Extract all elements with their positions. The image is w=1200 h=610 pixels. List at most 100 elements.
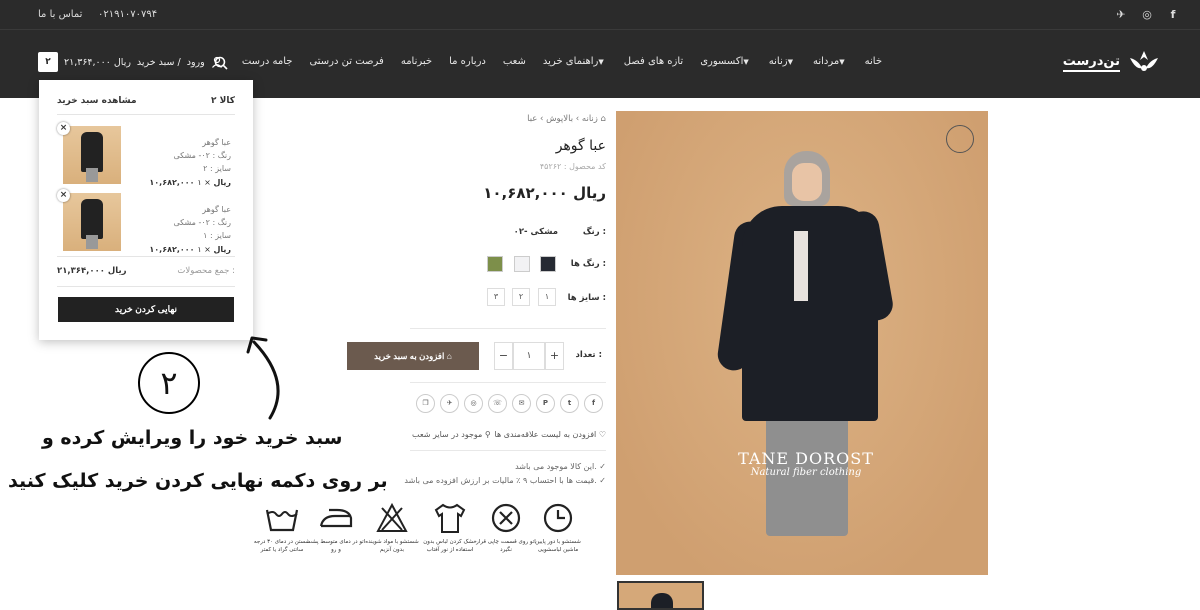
quantity-input[interactable]: ۱: [513, 342, 545, 370]
care-caption: اتو در دمای متوسط پشت و رو: [306, 539, 366, 553]
wishlist-link[interactable]: افزودن به لیست علاقه‌مندی ها ♡: [495, 430, 607, 439]
instagram-share-icon[interactable]: ◎: [464, 394, 483, 413]
tax-note-text: قیمت ها با احتساب ۹ ٪ مالیات بر ارزش افز…: [404, 476, 597, 485]
chevron-down-icon: ▼: [743, 58, 749, 66]
mini-cart-item-image[interactable]: [63, 126, 121, 184]
main-nav: خانه مردانه▼ زنانه▼ اکسسوری▼ تازه های فص…: [242, 56, 882, 67]
location-pin-icon: ⚲: [484, 430, 491, 439]
cart-total-label[interactable]: ۲۱,۳۶۴,۰۰۰ ریال: [64, 57, 131, 68]
total-label: جمع محصولات :: [177, 266, 235, 276]
add-to-cart-button[interactable]: افزودن به سبد خرید ⌂: [347, 342, 479, 370]
image-model-face: [792, 163, 822, 201]
home-icon[interactable]: ⌂: [601, 114, 606, 124]
item-name[interactable]: عبا گوهر: [173, 203, 231, 216]
mini-cart-item-info: عبا گوهر رنگ : ۰۲- مشکی سایز : ۱: [173, 203, 231, 242]
nav-item-new-season[interactable]: تازه های فصل: [624, 56, 683, 67]
telegram-share-icon[interactable]: ✈: [440, 394, 459, 413]
pinterest-share-icon[interactable]: P: [536, 394, 555, 413]
email-share-icon[interactable]: ✉: [512, 394, 531, 413]
nav-item-branches[interactable]: شعب: [503, 56, 526, 67]
contact-link[interactable]: تماس با ما: [38, 9, 82, 20]
view-cart-link[interactable]: مشاهده سبد خرید: [57, 96, 137, 106]
image-brand-text: TANE DOROST: [738, 449, 874, 468]
care-item-no-bleach: شستشو با مواد شوینده بدون آنزیم: [362, 502, 422, 554]
quantity-increase-button[interactable]: +: [545, 342, 564, 370]
quantity-stepper[interactable]: − ۱ +: [494, 342, 564, 370]
sizes-label: سایز ها :: [567, 293, 606, 303]
nav-item-jameh[interactable]: جامه درست: [242, 56, 293, 67]
nav-item-newsletter[interactable]: خبرنامه: [401, 56, 432, 67]
annotation-line-2: بر روی دکمه نهایی کردن خرید کلیک کنید: [8, 470, 388, 492]
thumb-pants: [86, 168, 98, 182]
divider: [57, 286, 235, 287]
telegram-icon[interactable]: ✈: [1114, 8, 1128, 22]
nav-item-home[interactable]: خانه: [865, 56, 882, 67]
care-caption: اتو روی قسمت چاپی قرار نگیرد: [476, 539, 536, 553]
colors-label: رنگ ها :: [570, 259, 606, 269]
breadcrumb: زنانه › بالاپوش › عبا ⌂: [527, 114, 606, 124]
copy-link-icon[interactable]: ❐: [416, 394, 435, 413]
item-name[interactable]: عبا گوهر: [173, 136, 231, 149]
site-logo[interactable]: تن‌درست: [1062, 48, 1162, 78]
iron-icon: [319, 508, 353, 528]
facebook-share-icon[interactable]: f: [584, 394, 603, 413]
stores-link[interactable]: موجود در سایر شعب ⚲: [412, 430, 491, 439]
size-option-2[interactable]: ۲: [512, 288, 530, 306]
mini-cart-item: × عبا گوهر رنگ : ۰۲- مشکی سایز : ۲ ۱۰,۶۸…: [57, 122, 235, 187]
care-item-no-iron-print: اتو روی قسمت چاپی قرار نگیرد: [476, 502, 536, 554]
care-caption: شستشو با دور پایین ماشین لباسشویی: [535, 539, 581, 553]
remove-item-icon[interactable]: ×: [57, 122, 70, 135]
instagram-icon[interactable]: ◎: [1140, 8, 1154, 22]
checkout-button[interactable]: نهایی کردن خرید: [58, 297, 234, 322]
top-bar: ✈ ◎ f ۰۲۱۹۱۰۷۰۷۹۴ تماس با ما: [0, 0, 1200, 30]
whatsapp-share-icon[interactable]: ☏: [488, 394, 507, 413]
login-link[interactable]: ورود: [187, 57, 205, 68]
size-option-3[interactable]: ۳: [487, 288, 505, 306]
color-swatch-olive[interactable]: [487, 256, 503, 272]
item-size: سایز : ۱: [203, 231, 231, 240]
size-option-1[interactable]: ۱: [538, 288, 556, 306]
product-main-image[interactable]: TANE DOROST Natural fiber clothing: [616, 111, 988, 575]
chevron-down-icon: ▼: [787, 58, 793, 66]
care-caption: شستن در دمای ۳۰ درجه سانتی گراد یا کمتر: [253, 539, 311, 553]
thumb-coat: [81, 132, 103, 172]
logo-emblem-icon: [1130, 51, 1158, 71]
product-price: ۱۰,۶۸۲,۰۰۰ ریال: [483, 184, 606, 202]
stock-note: این کالا موجود می باشد. ✓: [515, 462, 606, 471]
nav-item-guide[interactable]: راهنمای خرید▼: [543, 56, 607, 67]
divider: [410, 450, 606, 451]
step-number-badge: ۲: [138, 352, 200, 414]
facebook-icon[interactable]: f: [1166, 8, 1180, 22]
header-cart[interactable]: ۲ ۲۱,۳۶۴,۰۰۰ ریال سبد خرید / ورود: [38, 52, 223, 72]
mini-cart-item-image[interactable]: [63, 193, 121, 251]
item-price: ۱۰,۶۸۲,۰۰۰ ریال: [149, 178, 231, 187]
breadcrumb-text[interactable]: زنانه › بالاپوش › عبا: [527, 114, 598, 124]
annotation-arrow-icon: [246, 336, 280, 420]
color-swatch-black[interactable]: [540, 256, 556, 272]
chevron-down-icon: ▼: [839, 58, 845, 66]
shirt-dry-icon: [434, 503, 466, 533]
care-item-dry-shade: خشک کردن لباس بدون استفاده از نور آفتاب: [420, 502, 480, 554]
twitter-share-icon[interactable]: t: [560, 394, 579, 413]
remove-item-icon[interactable]: ×: [57, 189, 70, 202]
nav-item-women[interactable]: زنانه▼: [769, 56, 796, 67]
cart-item-count: ۲ کالا: [211, 96, 235, 106]
add-to-cart-label: افزودن به سبد خرید: [374, 351, 445, 361]
wishlist-label: افزودن به لیست علاقه‌مندی ها: [494, 430, 597, 439]
times-icon: ×: [201, 178, 211, 187]
nav-item-accessories[interactable]: اکسسوری▼: [700, 56, 752, 67]
nav-item-guide-label: راهنمای خرید: [542, 56, 599, 67]
product-thumbnail[interactable]: [617, 581, 704, 610]
stock-note-text: این کالا موجود می باشد.: [515, 462, 597, 471]
annotation-line-1: سبد خرید خود را ویرایش کرده و: [42, 427, 343, 449]
nav-item-about[interactable]: درباره ما: [449, 56, 486, 67]
nav-item-opportunity[interactable]: فرصت تن درستی: [309, 56, 383, 67]
care-item-low-spin: شستشو با دور پایین ماشین لباسشویی: [528, 502, 588, 554]
quantity-decrease-button[interactable]: −: [494, 342, 513, 370]
color-swatch-white[interactable]: [514, 256, 530, 272]
cart-label[interactable]: سبد خرید /: [137, 57, 181, 68]
cart-count-badge[interactable]: ۲: [38, 52, 58, 72]
stores-label: موجود در سایر شعب: [412, 430, 483, 439]
nav-item-men[interactable]: مردانه▼: [813, 56, 848, 67]
user-icon[interactable]: [211, 56, 223, 68]
